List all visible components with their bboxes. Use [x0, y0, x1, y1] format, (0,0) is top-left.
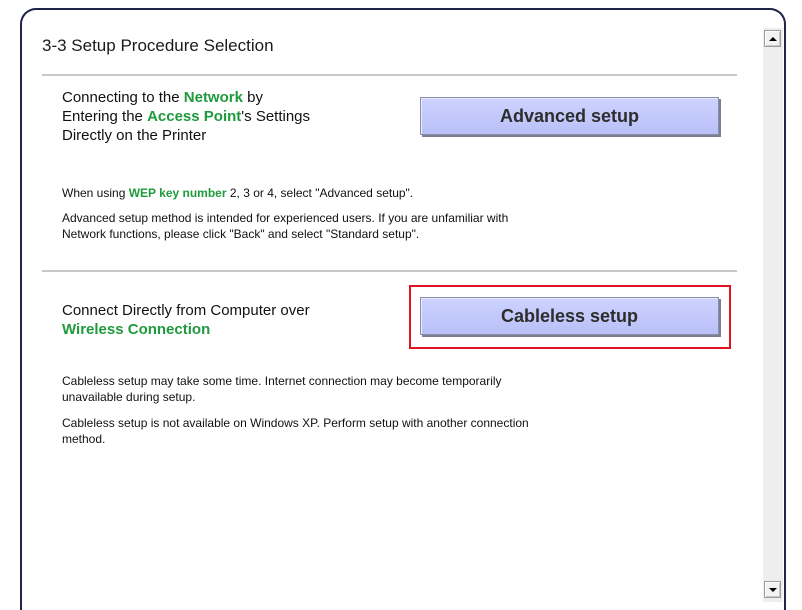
- note-text: When using: [62, 186, 129, 200]
- scroll-down-button[interactable]: [764, 581, 781, 598]
- network-highlight: Network: [183, 89, 243, 106]
- heading-text: Entering the: [62, 108, 148, 125]
- note-line: Cableless setup is not available on Wind…: [62, 416, 529, 430]
- note-line: method.: [62, 432, 106, 446]
- advanced-setup-heading: Connecting to the Network by Entering th…: [62, 88, 310, 145]
- heading-text: 's Settings: [241, 108, 311, 125]
- heading-text: Connecting to the: [62, 89, 184, 106]
- wep-key-highlight: WEP key number: [128, 186, 227, 200]
- advanced-heading-line-2: Entering the Access Point's Settings: [62, 107, 310, 126]
- section-divider-top: [42, 74, 737, 76]
- vertical-scrollbar[interactable]: [763, 28, 783, 602]
- note-line: Cableless setup may take some time. Inte…: [62, 374, 502, 388]
- scroll-up-arrow-icon: [768, 36, 777, 41]
- scroll-up-button[interactable]: [764, 30, 781, 47]
- page-title: 3-3 Setup Procedure Selection: [42, 36, 274, 55]
- access-point-highlight: Access Point: [147, 108, 242, 125]
- note-line: unavailable during setup.: [62, 390, 196, 404]
- cableless-setup-heading: Connect Directly from Computer over Wire…: [62, 301, 310, 339]
- windows-xp-note: Cableless setup is not available on Wind…: [62, 415, 529, 447]
- heading-text: by: [242, 89, 263, 106]
- scroll-down-arrow-icon: [768, 587, 777, 592]
- advanced-heading-line-3: Directly on the Printer: [62, 127, 207, 144]
- wireless-connection-highlight: Wireless Connection: [62, 321, 211, 338]
- note-line: Advanced setup method is intended for ex…: [62, 211, 509, 225]
- advanced-setup-note: Advanced setup method is intended for ex…: [62, 210, 508, 242]
- section-divider-middle: [42, 270, 737, 272]
- cableless-time-note: Cableless setup may take some time. Inte…: [62, 373, 502, 405]
- advanced-setup-button[interactable]: Advanced setup: [420, 97, 719, 135]
- cableless-setup-button[interactable]: Cableless setup: [420, 297, 719, 335]
- cableless-heading-line-1: Connect Directly from Computer over: [62, 302, 310, 319]
- advanced-heading-line-1: Connecting to the Network by: [62, 88, 310, 107]
- wep-key-note: When using WEP key number 2, 3 or 4, sel…: [62, 185, 413, 201]
- note-text: 2, 3 or 4, select "Advanced setup".: [226, 186, 414, 200]
- note-line: Network functions, please click "Back" a…: [62, 227, 420, 241]
